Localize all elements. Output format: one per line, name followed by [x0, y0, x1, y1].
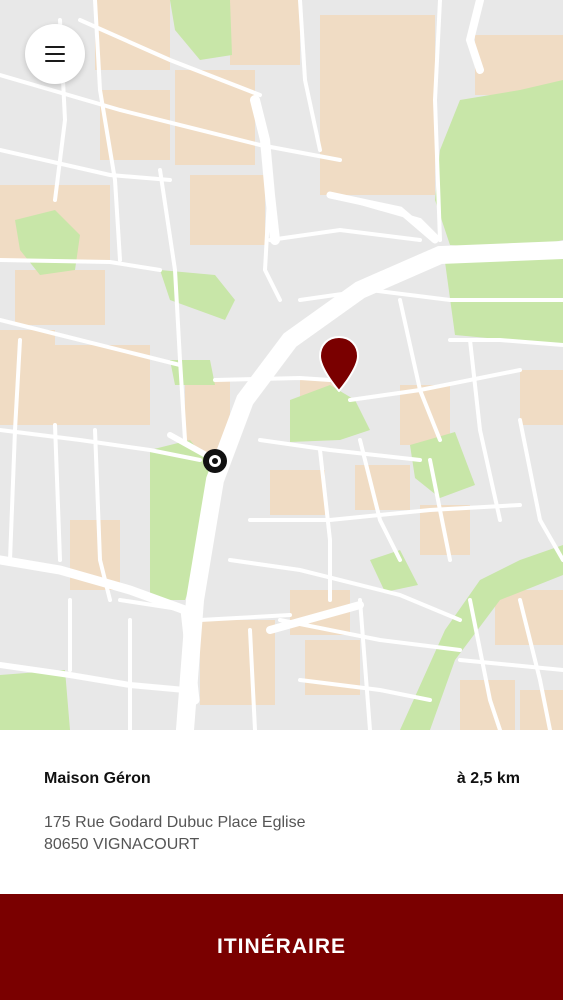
place-info-panel: Maison Géron à 2,5 km 175 Rue Godard Dub…: [0, 730, 563, 894]
menu-button[interactable]: [25, 24, 85, 84]
address-line-city: 80650 VIGNACOURT: [44, 836, 200, 853]
route-button[interactable]: ITINÉRAIRE: [0, 894, 563, 1000]
map-view[interactable]: [0, 0, 563, 730]
place-address: 175 Rue Godard Dubuc Place Eglise 80650 …: [44, 812, 306, 856]
hamburger-menu-icon: [45, 46, 65, 62]
place-name: Maison Géron: [44, 770, 151, 787]
app-screen: Maison Géron à 2,5 km 175 Rue Godard Dub…: [0, 0, 563, 1000]
address-line-street: 175 Rue Godard Dubuc Place Eglise: [44, 814, 306, 831]
map-canvas: [0, 0, 563, 730]
place-distance: à 2,5 km: [456, 770, 520, 787]
map-pin-icon[interactable]: [318, 336, 360, 392]
current-location-icon: [203, 449, 227, 473]
